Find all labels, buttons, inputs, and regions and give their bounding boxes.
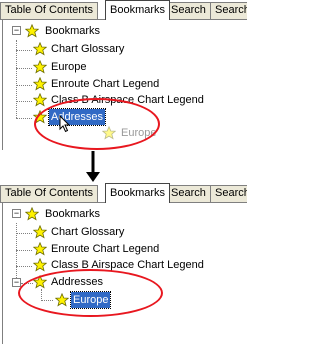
star-icon	[25, 24, 39, 38]
star-icon	[33, 42, 47, 56]
star-icon	[33, 258, 47, 272]
minus-box-icon[interactable]: −	[12, 209, 21, 218]
tree-label: Enroute Chart Legend	[51, 243, 160, 255]
down-arrow-icon	[86, 151, 100, 182]
star-icon	[33, 242, 47, 256]
tab-bookmarks[interactable]: Bookmarks	[105, 183, 171, 203]
tree-label: Europe	[51, 61, 87, 73]
tab-search[interactable]: Search	[166, 185, 211, 202]
bookmarks-panel-after: Table Of Contents Bookmarks Search Searc…	[0, 183, 247, 344]
star-icon	[33, 77, 47, 91]
tab-search-2[interactable]: Search	[210, 2, 247, 19]
minus-box-icon[interactable]: −	[12, 26, 21, 35]
tab-bar: Table Of Contents Bookmarks Search Searc…	[0, 183, 247, 203]
star-icon	[33, 93, 47, 107]
tab-search[interactable]: Search	[166, 2, 211, 19]
tab-table-of-contents[interactable]: Table Of Contents	[0, 185, 99, 202]
tab-table-of-contents[interactable]: Table Of Contents	[0, 2, 99, 19]
tab-search-2[interactable]: Search	[210, 185, 247, 202]
tree-label: Chart Glossary	[51, 43, 125, 55]
highlight-ellipse	[34, 98, 160, 150]
star-icon	[33, 225, 47, 239]
tab-bookmarks[interactable]: Bookmarks	[105, 0, 171, 20]
star-icon	[33, 60, 47, 74]
star-icon	[25, 207, 39, 221]
bookmarks-panel-before: Table Of Contents Bookmarks Search Searc…	[0, 0, 247, 150]
tree-label: Chart Glossary	[51, 226, 125, 238]
tree-label: Enroute Chart Legend	[51, 78, 160, 90]
tab-bar: Table Of Contents Bookmarks Search Searc…	[0, 0, 247, 20]
tree-label: Bookmarks	[45, 25, 101, 37]
highlight-ellipse	[18, 269, 163, 317]
tree-label: Bookmarks	[45, 208, 101, 220]
